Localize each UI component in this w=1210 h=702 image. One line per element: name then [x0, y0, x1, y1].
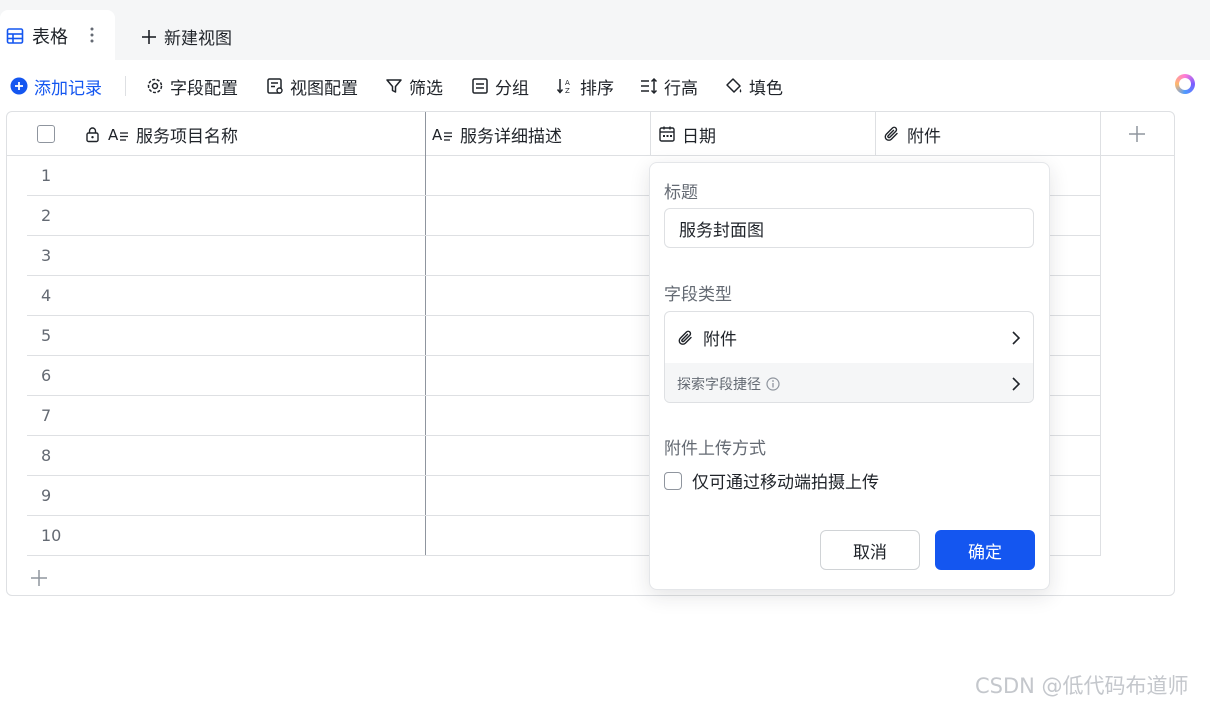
view-settings-icon: [267, 78, 283, 94]
calendar-icon: [659, 126, 675, 142]
row-height-icon: [641, 77, 658, 95]
text-icon: A: [432, 126, 452, 143]
select-all-checkbox-box[interactable]: [37, 125, 55, 143]
row-number: 9: [41, 486, 52, 505]
table-icon: [6, 28, 24, 44]
plus-icon: [1129, 126, 1145, 142]
new-view-label: 新建视图: [164, 29, 232, 49]
gear-icon: [147, 78, 163, 94]
field-type-label: 字段类型: [664, 285, 732, 305]
confirm-button[interactable]: 确定: [935, 530, 1035, 570]
field-type-value: 附件: [703, 330, 737, 350]
filter-icon: [386, 79, 402, 93]
plus-circle-icon: [10, 77, 28, 95]
tab-table-label: 表格: [32, 27, 68, 48]
column-header-3[interactable]: 附件: [883, 112, 941, 156]
view-config-button[interactable]: 视图配置: [266, 74, 358, 99]
add-record-label: 添加记录: [34, 78, 102, 99]
column-divider: [1100, 112, 1101, 556]
chevron-right-icon: [1012, 376, 1021, 391]
attachment-icon: [884, 126, 898, 141]
lock-icon: [86, 126, 99, 142]
sort-icon: A Z: [556, 79, 570, 95]
filter-button[interactable]: 筛选: [385, 74, 443, 99]
group-label: 分组: [495, 78, 529, 99]
field-editor-popup: 标题 字段类型 附件 探索字段捷径 附件上传方式 仅可通过移动: [649, 162, 1050, 590]
field-config-button[interactable]: 字段配置: [146, 74, 238, 99]
grid-header: A 服务项目名称 A 服务详细描述 日期 附件: [7, 112, 1174, 156]
sort-button[interactable]: A Z 排序: [556, 74, 614, 99]
upload-method-label: 附件上传方式: [664, 439, 766, 459]
row-number: 8: [41, 446, 52, 465]
text-icon: A: [108, 126, 128, 143]
add-column-button[interactable]: [1127, 112, 1147, 156]
column-header-0[interactable]: A 服务项目名称: [85, 112, 238, 156]
plus-icon: [31, 570, 47, 586]
cancel-button[interactable]: 取消: [820, 530, 920, 570]
toolbar: 添加记录 字段配置 视图配置 筛选 分组 A Z 排序 行高 填色: [0, 62, 1210, 110]
plus-icon: [142, 29, 156, 44]
svg-text:A: A: [108, 126, 119, 143]
svg-text:A: A: [432, 126, 443, 143]
row-number: 1: [41, 166, 52, 185]
column-label: 服务详细描述: [460, 126, 562, 147]
row-number: 2: [41, 206, 52, 225]
row-height-button[interactable]: 行高: [640, 74, 698, 99]
column-label: 附件: [907, 126, 941, 147]
add-row-button[interactable]: [29, 568, 49, 588]
toolbar-divider: [125, 76, 126, 96]
mobile-only-checkbox[interactable]: [664, 471, 682, 490]
filter-label: 筛选: [409, 78, 443, 99]
fill-color-label: 填色: [749, 78, 783, 99]
field-type-dropdown[interactable]: 附件: [665, 312, 1033, 363]
explore-field-shortcut[interactable]: 探索字段捷径: [665, 363, 1033, 402]
column-header-2[interactable]: 日期: [658, 112, 716, 156]
column-divider: [875, 112, 876, 156]
group-icon: [472, 78, 488, 94]
tab-table[interactable]: 表格: [0, 10, 115, 62]
column-header-1[interactable]: A 服务详细描述: [432, 112, 562, 156]
paint-bucket-icon: [726, 78, 742, 93]
field-type-selector: 附件 探索字段捷径: [664, 311, 1034, 403]
view-tab-bar: 表格 新建视图: [0, 0, 1210, 62]
attachment-icon: [678, 330, 692, 345]
column-label: 日期: [682, 126, 716, 147]
row-number: 7: [41, 406, 52, 425]
sort-label: 排序: [580, 78, 614, 99]
row-number: 4: [41, 286, 52, 305]
chevron-right-icon: [1012, 330, 1021, 345]
row-number: 6: [41, 366, 52, 385]
ai-assistant-icon[interactable]: [1175, 74, 1195, 94]
row-number: 5: [41, 326, 52, 345]
field-config-label: 字段配置: [170, 78, 238, 99]
svg-text:Z: Z: [565, 87, 570, 95]
select-all-checkbox[interactable]: [37, 112, 55, 156]
more-vertical-icon[interactable]: [82, 25, 102, 45]
watermark: CSDN @低代码布道师: [975, 674, 1189, 698]
info-icon[interactable]: [766, 376, 780, 391]
column-divider: [650, 112, 651, 156]
column-label: 服务项目名称: [136, 126, 238, 147]
row-height-label: 行高: [664, 78, 698, 99]
svg-text:A: A: [565, 79, 570, 87]
mobile-only-option[interactable]: 仅可通过移动端拍摄上传: [664, 468, 879, 493]
row-number: 10: [41, 526, 62, 545]
row-number: 3: [41, 246, 52, 265]
new-view-button[interactable]: 新建视图: [140, 24, 232, 49]
title-field-label: 标题: [664, 183, 698, 203]
add-record-button[interactable]: 添加记录: [10, 74, 102, 99]
mobile-only-label: 仅可通过移动端拍摄上传: [692, 473, 879, 493]
fill-color-button[interactable]: 填色: [725, 74, 783, 99]
view-config-label: 视图配置: [290, 78, 358, 99]
explore-shortcut-label: 探索字段捷径: [677, 376, 761, 393]
group-button[interactable]: 分组: [471, 74, 529, 99]
field-title-input[interactable]: [664, 208, 1034, 248]
